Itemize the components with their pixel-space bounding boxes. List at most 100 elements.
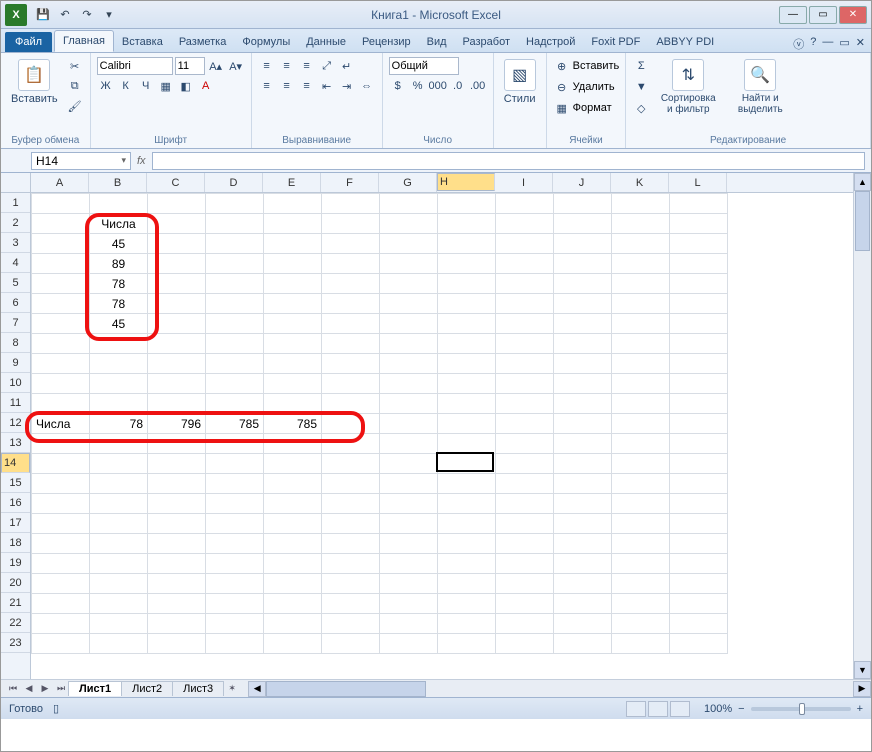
row-header-20[interactable]: 20	[1, 573, 30, 593]
save-icon[interactable]: 💾	[33, 5, 53, 25]
cell-E19[interactable]	[264, 554, 322, 574]
row-header-11[interactable]: 11	[1, 393, 30, 413]
cell-B10[interactable]	[90, 374, 148, 394]
align-middle-icon[interactable]: ≡	[278, 57, 296, 75]
cell-C4[interactable]	[148, 254, 206, 274]
cell-J13[interactable]	[554, 434, 612, 454]
cell-A22[interactable]	[32, 614, 90, 634]
view-normal-icon[interactable]	[626, 701, 646, 717]
row-header-9[interactable]: 9	[1, 353, 30, 373]
cell-G6[interactable]	[380, 294, 438, 314]
number-format-select[interactable]: Общий	[389, 57, 459, 75]
cell-H13[interactable]	[438, 434, 496, 454]
cell-G13[interactable]	[380, 434, 438, 454]
cell-B14[interactable]	[90, 454, 148, 474]
cell-B23[interactable]	[90, 634, 148, 654]
cell-H23[interactable]	[438, 634, 496, 654]
cell-B2[interactable]: Числа	[90, 214, 148, 234]
cell-K2[interactable]	[612, 214, 670, 234]
tab-formulas[interactable]: Формулы	[234, 32, 298, 52]
cell-D22[interactable]	[206, 614, 264, 634]
tab-developer[interactable]: Разработ	[455, 32, 518, 52]
wrap-text-icon[interactable]: ↵	[338, 57, 356, 75]
cell-A8[interactable]	[32, 334, 90, 354]
cell-L21[interactable]	[670, 594, 728, 614]
cell-E14[interactable]	[264, 454, 322, 474]
cell-I19[interactable]	[496, 554, 554, 574]
qat-more-icon[interactable]: ▾	[99, 5, 119, 25]
row-header-18[interactable]: 18	[1, 533, 30, 553]
cell-I21[interactable]	[496, 594, 554, 614]
align-right-icon[interactable]: ≡	[298, 77, 316, 95]
cell-J18[interactable]	[554, 534, 612, 554]
cell-J11[interactable]	[554, 394, 612, 414]
cell-G19[interactable]	[380, 554, 438, 574]
row-header-3[interactable]: 3	[1, 233, 30, 253]
merge-icon[interactable]: ⇔	[358, 77, 376, 95]
tab-addins[interactable]: Надстрой	[518, 32, 583, 52]
cell-G4[interactable]	[380, 254, 438, 274]
cell-A7[interactable]	[32, 314, 90, 334]
cell-E22[interactable]	[264, 614, 322, 634]
cell-I2[interactable]	[496, 214, 554, 234]
column-header-L[interactable]: L	[669, 173, 727, 192]
cell-I8[interactable]	[496, 334, 554, 354]
cell-A9[interactable]	[32, 354, 90, 374]
fill-color-icon[interactable]: ◧	[177, 77, 195, 95]
cell-B19[interactable]	[90, 554, 148, 574]
cell-K7[interactable]	[612, 314, 670, 334]
redo-icon[interactable]: ↷	[77, 5, 97, 25]
cell-G20[interactable]	[380, 574, 438, 594]
view-layout-icon[interactable]	[648, 701, 668, 717]
align-top-icon[interactable]: ≡	[258, 57, 276, 75]
zoom-slider[interactable]	[751, 707, 851, 711]
cell-F18[interactable]	[322, 534, 380, 554]
cell-D20[interactable]	[206, 574, 264, 594]
cell-A14[interactable]	[32, 454, 90, 474]
cell-E23[interactable]	[264, 634, 322, 654]
cell-A17[interactable]	[32, 514, 90, 534]
cell-H1[interactable]	[438, 194, 496, 214]
row-header-1[interactable]: 1	[1, 193, 30, 213]
cell-K17[interactable]	[612, 514, 670, 534]
cell-C20[interactable]	[148, 574, 206, 594]
row-header-21[interactable]: 21	[1, 593, 30, 613]
bold-button[interactable]: Ж	[97, 77, 115, 95]
cell-F10[interactable]	[322, 374, 380, 394]
cell-E17[interactable]	[264, 514, 322, 534]
cell-A11[interactable]	[32, 394, 90, 414]
cell-A10[interactable]	[32, 374, 90, 394]
row-header-7[interactable]: 7	[1, 313, 30, 333]
scroll-thumb-v[interactable]	[855, 191, 870, 251]
cell-D21[interactable]	[206, 594, 264, 614]
cell-E3[interactable]	[264, 234, 322, 254]
sheet-tab-3[interactable]: Лист3	[172, 681, 224, 696]
align-left-icon[interactable]: ≡	[258, 77, 276, 95]
cell-K10[interactable]	[612, 374, 670, 394]
row-header-2[interactable]: 2	[1, 213, 30, 233]
cell-I9[interactable]	[496, 354, 554, 374]
cell-K9[interactable]	[612, 354, 670, 374]
cell-C11[interactable]	[148, 394, 206, 414]
insert-cells-icon[interactable]: ⊕	[553, 57, 571, 75]
window-close-icon[interactable]: ✕	[856, 36, 865, 52]
column-header-K[interactable]: K	[611, 173, 669, 192]
cell-K15[interactable]	[612, 474, 670, 494]
cell-J20[interactable]	[554, 574, 612, 594]
cell-I12[interactable]	[496, 414, 554, 434]
cell-F1[interactable]	[322, 194, 380, 214]
decrease-font-icon[interactable]: A▾	[227, 57, 245, 75]
cell-D19[interactable]	[206, 554, 264, 574]
cell-D14[interactable]	[206, 454, 264, 474]
cell-D17[interactable]	[206, 514, 264, 534]
cell-C6[interactable]	[148, 294, 206, 314]
cell-D10[interactable]	[206, 374, 264, 394]
sort-filter-button[interactable]: ⇅ Сортировка и фильтр	[654, 57, 722, 117]
cell-J23[interactable]	[554, 634, 612, 654]
cell-E6[interactable]	[264, 294, 322, 314]
align-bottom-icon[interactable]: ≡	[298, 57, 316, 75]
select-all-corner[interactable]	[1, 173, 31, 193]
cell-K14[interactable]	[612, 454, 670, 474]
cell-A5[interactable]	[32, 274, 90, 294]
cell-D2[interactable]	[206, 214, 264, 234]
